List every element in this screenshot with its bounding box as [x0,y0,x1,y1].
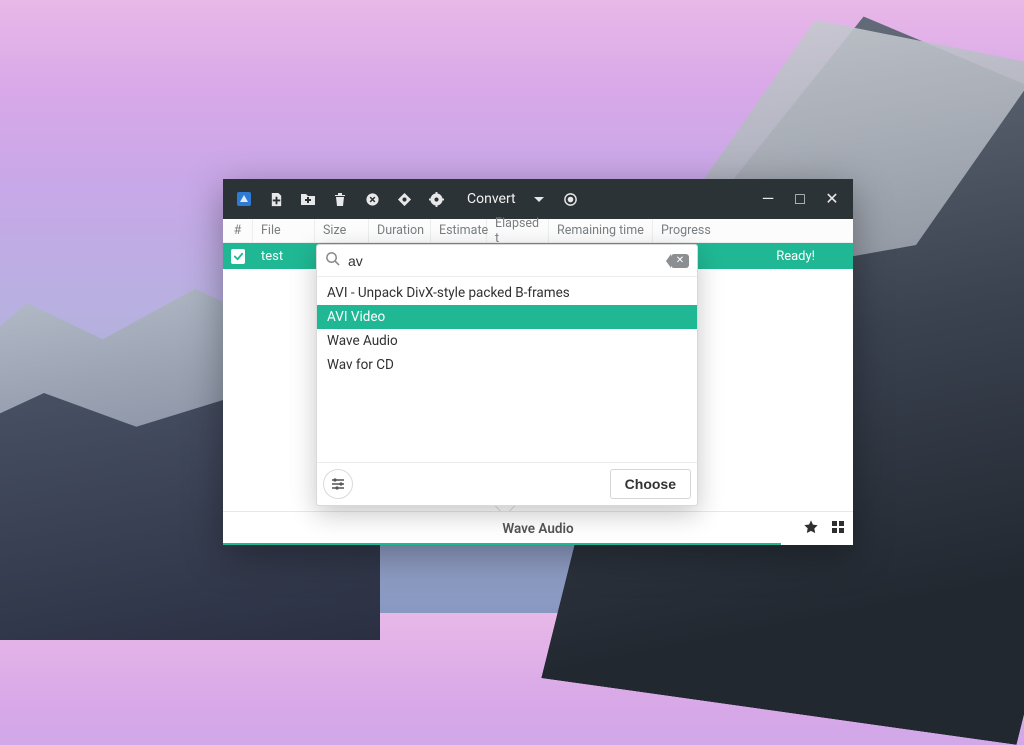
grid-button[interactable] [831,519,845,538]
list-item[interactable]: AVI - Unpack DivX-style packed B-frames [317,281,697,305]
add-folder-icon [300,192,316,206]
add-folder-button[interactable] [293,184,323,214]
grid-icon [831,520,845,534]
search-input[interactable] [348,253,663,269]
record-icon [563,192,578,207]
search-icon [325,251,340,270]
minimize-button[interactable]: — [753,184,783,214]
check-icon [233,251,244,262]
gear-icon [429,192,444,207]
chevron-down-icon [534,197,544,202]
format-popup: ✕ AVI - Unpack DivX-style packed B-frame… [316,244,698,506]
list-item[interactable]: Wav for CD [317,353,697,377]
col-file[interactable]: File [253,219,315,242]
trash-button[interactable] [325,184,355,214]
app-icon[interactable] [229,184,259,214]
format-list[interactable]: AVI - Unpack DivX-style packed B-frames … [317,277,697,462]
col-num[interactable]: # [223,219,253,242]
row-checkbox-cell [223,249,253,264]
favorite-button[interactable] [803,519,819,539]
cancel-button[interactable] [357,184,387,214]
col-elapsed[interactable]: Elapsed t [487,219,549,242]
cancel-icon [365,192,380,207]
close-icon: ✕ [825,191,838,207]
table-header: # File Size Duration Estimate Elapsed t … [223,219,853,243]
minimize-icon: — [762,191,775,207]
maximize-icon: □ [795,191,805,207]
backspace-x-icon: ✕ [676,255,684,266]
bottom-accent-bar [223,543,781,545]
titlebar: Convert — □ ✕ [223,179,853,219]
diamond-icon [397,192,412,207]
col-estimate[interactable]: Estimate [431,219,487,242]
row-checkbox[interactable] [231,249,245,264]
settings-preset-button[interactable] [323,469,353,499]
close-button[interactable]: ✕ [817,184,847,214]
choose-button[interactable]: Choose [610,469,691,499]
settings-button[interactable] [421,184,451,214]
star-icon [803,519,819,535]
convert-dropdown[interactable]: Convert [453,184,554,214]
list-item[interactable]: AVI Video [317,305,697,329]
col-progress[interactable]: Progress [653,219,853,242]
search-row: ✕ [317,245,697,277]
popup-footer: Choose [317,462,697,505]
col-remaining[interactable]: Remaining time [549,219,653,242]
col-size[interactable]: Size [315,219,369,242]
maximize-button[interactable]: □ [785,184,815,214]
col-duration[interactable]: Duration [369,219,431,242]
current-format-label[interactable]: Wave Audio [223,521,853,537]
convert-label: Convert [467,191,516,207]
row-file: test [253,249,315,264]
record-button[interactable] [556,184,586,214]
add-file-button[interactable] [261,184,291,214]
clear-search-button[interactable]: ✕ [671,254,689,268]
sliders-icon [330,477,346,491]
add-file-icon [269,192,284,207]
row-status: Ready! [768,249,853,264]
trash-icon [333,192,347,207]
list-item[interactable]: Wave Audio [317,329,697,353]
app-icon-svg [236,191,252,207]
diamond-button[interactable] [389,184,419,214]
bottom-bar: Wave Audio [223,511,853,545]
